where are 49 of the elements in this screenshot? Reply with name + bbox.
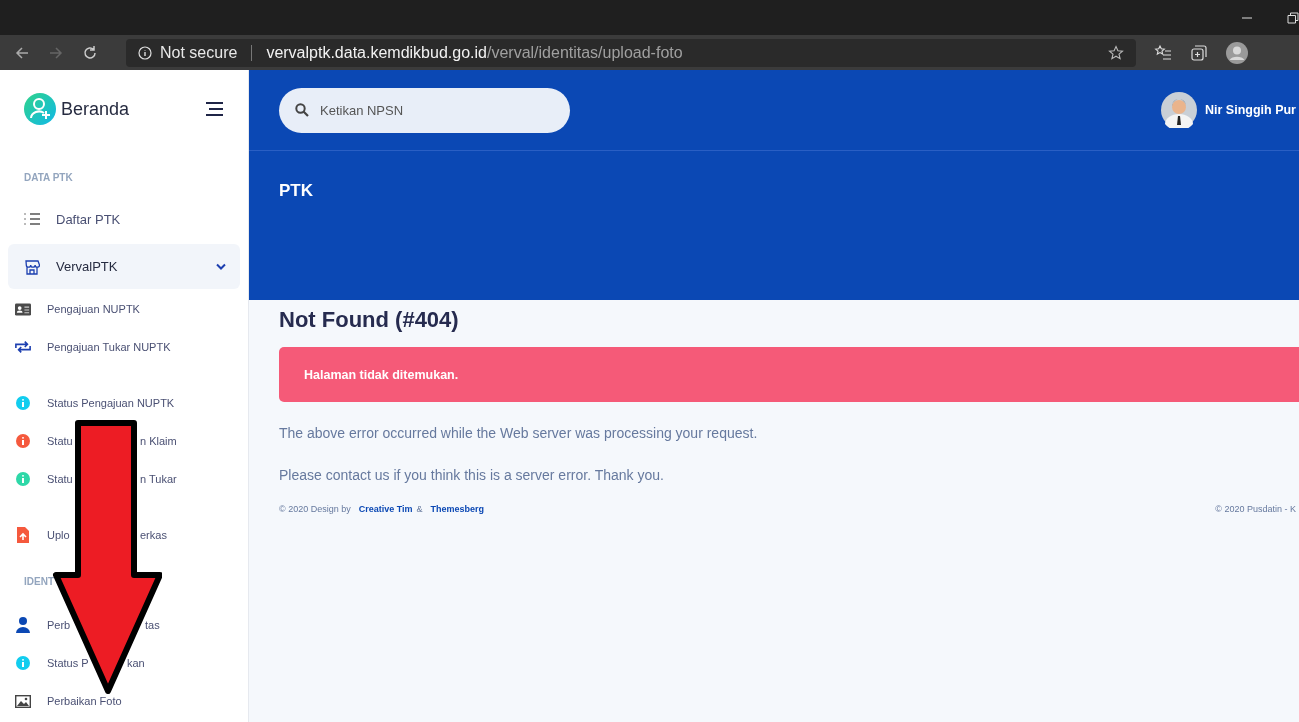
footer-link[interactable]: Creative Tim — [358, 504, 413, 514]
menu-item[interactable]: Status P kan — [0, 644, 248, 682]
page-title: PTK — [279, 181, 314, 201]
id-card-icon — [15, 302, 31, 316]
restore-icon[interactable] — [1287, 11, 1299, 24]
avatar-icon[interactable] — [1161, 92, 1197, 128]
ampersand-text: & — [416, 504, 423, 514]
favorites-icon[interactable] — [1154, 43, 1172, 62]
person-icon — [16, 617, 30, 633]
store-icon — [24, 258, 40, 275]
menu-icon[interactable] — [204, 102, 224, 116]
error-title: Not Found (#404) — [279, 307, 460, 334]
reload-icon[interactable] — [82, 44, 98, 61]
error-message: The above error occurred while the Web server was processing your request. — [279, 424, 759, 442]
file-upload-icon — [17, 527, 29, 543]
swap-icon — [15, 340, 31, 354]
address-field[interactable]: Not secure vervalptk.data.kemdikbud.go.id/verval/identitas/upload-foto — [126, 38, 1136, 67]
copyright-text: © 2020 Design by — [279, 504, 351, 514]
chevron-icon — [216, 263, 226, 270]
collections-icon[interactable] — [1190, 43, 1208, 62]
error-alert: Halaman tidak ditemukan. — [279, 347, 1299, 402]
info-icon[interactable] — [138, 45, 152, 60]
menu-item[interactable]: Uplo erkas — [0, 516, 248, 554]
section-label: DATA PTK — [24, 171, 74, 185]
error-message: Please contact us if you think this is a server error. Thank you. — [279, 466, 665, 484]
user-add-icon — [24, 93, 56, 125]
star-icon[interactable] — [1108, 44, 1124, 61]
menu-item[interactable]: Statu n Tukar — [0, 460, 248, 498]
menu-item[interactable]: Status Pengajuan NUPTK — [0, 384, 248, 422]
menu-group[interactable]: VervalPTK — [8, 244, 240, 289]
footer-link[interactable]: Themesberg — [430, 504, 485, 514]
menu-item[interactable]: Daftar PTK — [0, 200, 248, 238]
menu-item[interactable]: Pengajuan NUPTK — [0, 290, 248, 328]
security-label: Not secure — [160, 43, 238, 62]
user-name[interactable]: Nir Singgih Pur — [1205, 103, 1296, 117]
search-field[interactable]: Ketikan NPSN — [279, 87, 570, 133]
image-icon — [15, 694, 31, 708]
back-icon[interactable] — [14, 44, 30, 61]
brand-link[interactable]: Beranda — [61, 98, 130, 120]
copyright-text: © 2020 Pusdatin - K — [1215, 504, 1296, 514]
url-text: vervalptk.data.kemdikbud.go.id/verval/identitas/upload-foto — [266, 43, 683, 62]
menu-item[interactable]: Statu n Klaim — [0, 422, 248, 460]
menu-item[interactable]: Perb tas — [0, 606, 248, 644]
menu-item[interactable]: Perbaikan Foto — [0, 682, 248, 720]
section-label: IDENT — [24, 575, 55, 589]
search-icon — [295, 102, 309, 117]
menu-item[interactable]: Pengajuan Tukar NUPTK — [0, 328, 248, 366]
profile-icon[interactable] — [1226, 41, 1248, 64]
list-icon — [24, 212, 40, 226]
